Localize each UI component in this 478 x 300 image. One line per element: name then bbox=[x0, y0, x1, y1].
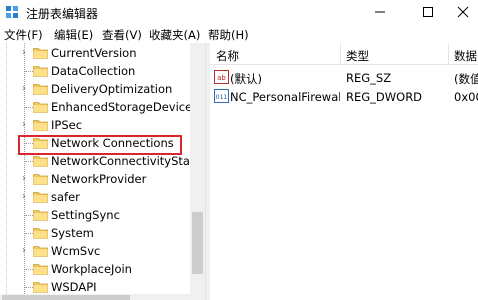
tree-scroll-thumb[interactable] bbox=[192, 212, 203, 274]
menu-bar: 文件(F) 编辑(E) 查看(V) 收藏夹(A) 帮助(H) bbox=[0, 24, 478, 43]
folder-icon bbox=[33, 156, 48, 167]
folder-icon bbox=[33, 120, 48, 131]
folder-icon bbox=[33, 264, 48, 275]
window-title: 注册表编辑器 bbox=[26, 7, 99, 21]
tree-item-label: WorkplaceJoin bbox=[51, 262, 132, 276]
expand-arrow-icon[interactable]: › bbox=[18, 191, 30, 203]
tree-item-label: CurrentVersion bbox=[51, 46, 137, 60]
tree-item-label: System bbox=[51, 226, 94, 240]
tree-item[interactable]: › NetworkProvider bbox=[0, 170, 190, 188]
column-data-header[interactable]: 数据 bbox=[454, 48, 477, 64]
tree-item-label: EnhancedStorageDevices bbox=[51, 100, 199, 114]
column-name-header[interactable]: 名称 bbox=[216, 48, 239, 64]
tree-connector-line bbox=[25, 215, 33, 216]
expand-arrow-icon[interactable]: › bbox=[18, 83, 30, 95]
tree-item-label: NetworkProvider bbox=[51, 172, 147, 186]
close-button[interactable] bbox=[448, 0, 478, 24]
minimize-button[interactable] bbox=[358, 0, 402, 24]
registry-key-tree[interactable]: › CurrentVersion DataCollection › DeliveryOp… bbox=[0, 43, 205, 300]
value-type-cell: REG_SZ bbox=[346, 71, 392, 85]
tree-item-label: DeliveryOptimization bbox=[51, 82, 173, 96]
tree-item-label: SettingSync bbox=[51, 208, 120, 222]
tree-item-label: DataCollection bbox=[51, 64, 136, 78]
tree-item-label: WcmSvc bbox=[51, 244, 101, 258]
folder-icon bbox=[33, 84, 48, 95]
tree-item-label: NetworkConnectivityStatus bbox=[51, 154, 205, 168]
menu-help[interactable]: 帮助(H) bbox=[208, 27, 249, 43]
tree-item[interactable]: › CurrentVersion bbox=[0, 44, 190, 62]
expand-arrow-icon[interactable]: › bbox=[18, 245, 30, 257]
value-row[interactable]: ab (默认) REG_SZ (数值 bbox=[210, 68, 478, 87]
value-type-cell: REG_DWORD bbox=[346, 90, 423, 104]
column-separator[interactable] bbox=[448, 43, 449, 65]
value-data-cell: 0x00 bbox=[454, 90, 478, 104]
values-list[interactable]: 名称 类型 数据 ab (默认) REG_SZ (数值 011 NC_PersonalFi… bbox=[210, 43, 478, 300]
folder-icon bbox=[33, 102, 48, 113]
tree-item-label: safer bbox=[51, 190, 80, 204]
tree-connector-line bbox=[25, 287, 33, 288]
value-name-cell: (默认) bbox=[230, 72, 262, 86]
folder-icon bbox=[33, 48, 48, 59]
tree-item[interactable]: EnhancedStorageDevices bbox=[0, 98, 198, 116]
column-separator[interactable] bbox=[340, 43, 341, 65]
expand-arrow-icon[interactable]: › bbox=[18, 47, 30, 59]
tree-hscroll-thumb[interactable] bbox=[2, 295, 130, 300]
tree-connector-line bbox=[25, 233, 33, 234]
tree-item[interactable]: › DeliveryOptimization bbox=[0, 80, 190, 98]
maximize-button[interactable] bbox=[406, 0, 450, 24]
expand-arrow-icon[interactable]: › bbox=[18, 119, 30, 131]
menu-file[interactable]: 文件(F) bbox=[4, 27, 43, 43]
tree-connector-line bbox=[25, 269, 33, 270]
tree-item[interactable]: › safer bbox=[0, 188, 190, 206]
menu-favorites[interactable]: 收藏夹(A) bbox=[149, 27, 200, 43]
menu-edit[interactable]: 编辑(E) bbox=[54, 27, 93, 43]
dword-value-icon: 011 bbox=[214, 89, 229, 103]
value-row[interactable]: 011NC_PersonalFirewall... REG_DWORD 0x00 bbox=[210, 87, 478, 106]
folder-icon bbox=[33, 210, 48, 221]
title-bar: 注册表编辑器 bbox=[0, 0, 478, 24]
svg-text:011: 011 bbox=[216, 94, 228, 101]
tree-item[interactable]: DataCollection bbox=[0, 62, 190, 80]
folder-icon bbox=[33, 66, 48, 77]
list-header: 名称 类型 数据 bbox=[210, 43, 478, 65]
folder-icon bbox=[33, 228, 48, 239]
tree-item[interactable]: › WcmSvc bbox=[0, 242, 190, 260]
menu-view[interactable]: 查看(V) bbox=[102, 27, 142, 43]
column-type-header[interactable]: 类型 bbox=[346, 48, 369, 64]
tree-item[interactable]: System bbox=[0, 224, 190, 242]
tree-connector-line bbox=[25, 161, 33, 162]
regedit-app-icon bbox=[6, 6, 18, 18]
tree-item-label: IPSec bbox=[51, 118, 83, 132]
tree-item[interactable]: WorkplaceJoin bbox=[0, 260, 190, 278]
tree-item[interactable]: › IPSec bbox=[0, 116, 190, 134]
value-name-cell: NC_PersonalFirewall... bbox=[230, 90, 340, 104]
folder-icon bbox=[33, 174, 48, 185]
folder-icon bbox=[33, 282, 48, 293]
value-data-cell: (数值 bbox=[454, 72, 478, 86]
tree-connector-line bbox=[25, 71, 33, 72]
svg-text:ab: ab bbox=[217, 74, 226, 82]
folder-icon bbox=[33, 192, 48, 203]
folder-icon bbox=[33, 246, 48, 257]
tree-item-label: WSDAPI bbox=[51, 280, 97, 294]
highlight-box bbox=[18, 135, 182, 155]
expand-arrow-icon[interactable]: › bbox=[18, 173, 30, 185]
string-value-icon: ab bbox=[214, 70, 229, 84]
tree-item[interactable]: SettingSync bbox=[0, 206, 190, 224]
tree-connector-line bbox=[25, 107, 33, 108]
